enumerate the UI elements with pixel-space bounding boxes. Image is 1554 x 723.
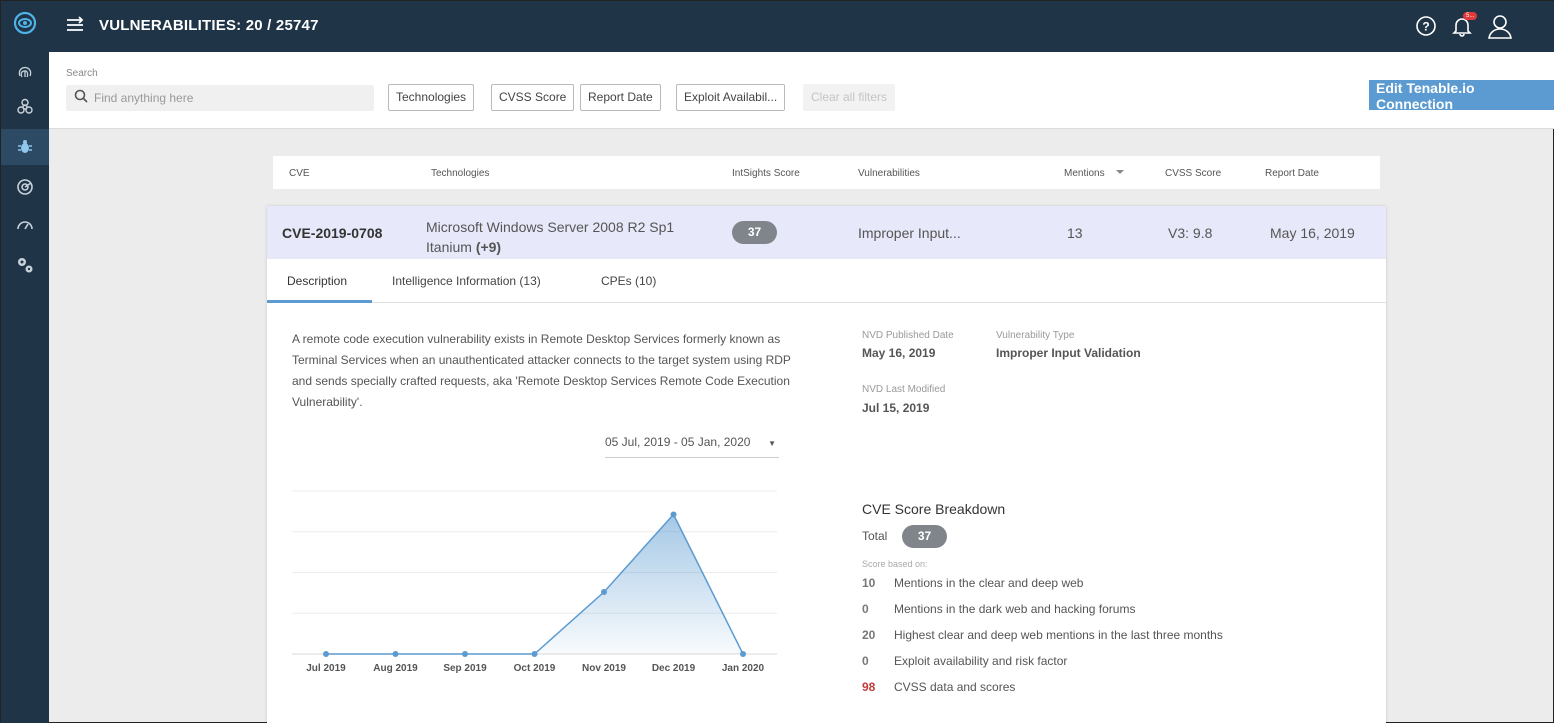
score-breakdown-subtitle: Score based on: [862, 559, 928, 569]
score-item-label: Highest clear and deep web mentions in t… [894, 628, 1223, 642]
technologies-cell: Microsoft Windows Server 2008 R2 Sp1 Ita… [426, 217, 686, 257]
nvd-published-label: NVD Published Date [862, 330, 954, 341]
vulnerability-detail-card: CVE-2019-0708 Microsoft Windows Server 2… [267, 206, 1386, 723]
chart-x-tick-label: Dec 2019 [652, 663, 696, 674]
chart-point[interactable] [323, 651, 329, 657]
bug-icon[interactable] [1, 129, 49, 165]
chart-x-tick-label: Jan 2020 [722, 663, 765, 674]
notifications-icon[interactable]: 5... [1451, 12, 1478, 42]
detail-tabs: Description Intelligence Information (13… [267, 259, 1386, 303]
date-range-select[interactable]: 05 Jul, 2019 - 05 Jan, 2020 ▼ [605, 435, 779, 458]
mentions-cell: 13 [1067, 225, 1083, 241]
score-item-value: 0 [862, 654, 869, 668]
intsights-score-badge: 37 [732, 221, 777, 244]
fingerprint-icon[interactable] [1, 53, 49, 89]
score-item-label: Mentions in the dark web and hacking for… [894, 602, 1136, 616]
technology-name: Microsoft Windows Server 2008 R2 Sp1 Ita… [426, 219, 675, 255]
logo-icon[interactable] [1, 5, 49, 41]
filter-cvss-score-button[interactable]: CVSS Score [491, 84, 575, 111]
column-header-mentions[interactable]: Mentions [1064, 168, 1105, 179]
filter-technologies-button[interactable]: Technologies [388, 84, 475, 111]
score-item-value: 10 [862, 576, 876, 590]
column-header-technologies[interactable]: Technologies [431, 168, 489, 179]
cvss-score-cell: V3: 9.8 [1168, 225, 1213, 241]
score-item: 10 Mentions in the clear and deep web [862, 576, 1083, 590]
chart-point[interactable] [392, 651, 399, 657]
search-label: Search [66, 68, 98, 79]
active-tab-indicator [267, 300, 372, 303]
table-row[interactable]: CVE-2019-0708 Microsoft Windows Server 2… [267, 206, 1386, 259]
chart-x-tick-label: Jul 2019 [306, 663, 346, 674]
chart-point[interactable] [740, 651, 746, 657]
page-title: VULNERABILITIES: 20 / 25747 [99, 17, 319, 34]
user-avatar-icon[interactable] [1487, 13, 1513, 44]
filter-exploit-availability-button[interactable]: Exploit Availabil... [676, 84, 786, 111]
column-header-vulnerabilities[interactable]: Vulnerabilities [858, 168, 920, 179]
chevron-down-icon: ▼ [768, 439, 776, 448]
menu-toggle-icon[interactable] [65, 15, 85, 40]
search-input[interactable] [94, 91, 364, 105]
biohazard-icon[interactable] [1, 89, 49, 125]
filter-report-date-button[interactable]: Report Date [580, 84, 661, 111]
mentions-chart: Jul 2019 Aug 2019 Sep 2019 Oct 2019 Nov 2019… [292, 490, 777, 674]
chart-point[interactable] [601, 589, 607, 595]
vulnerability-cell: Improper Input... [858, 225, 961, 241]
score-item-value: 0 [862, 602, 869, 616]
nvd-last-modified-date: Jul 15, 2019 [862, 401, 930, 415]
sort-desc-icon[interactable] [1116, 168, 1124, 179]
score-item-label: CVSS data and scores [894, 680, 1016, 694]
edit-tenable-connection-button[interactable]: Edit Tenable.io Connection [1369, 80, 1554, 112]
nvd-published-date: May 16, 2019 [862, 346, 936, 360]
date-range-value: 05 Jul, 2019 - 05 Jan, 2020 [605, 435, 751, 449]
chart-point[interactable] [462, 651, 468, 657]
score-item: 0 Mentions in the dark web and hacking fo… [862, 602, 1135, 616]
header-icons: ? 5... [1415, 12, 1513, 44]
radar-icon[interactable] [1, 169, 49, 205]
gauge-icon[interactable] [1, 207, 49, 243]
score-breakdown-title: CVE Score Breakdown [862, 501, 1006, 517]
vulnerability-description: A remote code execution vulnerability ex… [292, 332, 791, 409]
top-bar: VULNERABILITIES: 20 / 25747 ? 5... [49, 1, 1554, 52]
svg-text:?: ? [1422, 20, 1429, 34]
score-item-label: Exploit availability and risk factor [894, 654, 1068, 668]
score-item: 20 Highest clear and deep web mentions in… [862, 628, 1223, 642]
chart-area-fill [326, 514, 743, 654]
technology-more-count[interactable]: (+9) [476, 239, 501, 255]
sidebar [1, 1, 49, 723]
chart-point[interactable] [670, 511, 677, 518]
vulnerability-type-label: Vulnerability Type [996, 330, 1075, 341]
tab-description[interactable]: Description [287, 274, 347, 288]
filter-bar: Search Technologies CVSS Score Report Da… [49, 52, 1554, 129]
table-header: CVE Technologies IntSights Score Vulnera… [273, 156, 1380, 189]
tab-cpes[interactable]: CPEs (10) [601, 274, 656, 288]
clear-all-filters-button[interactable]: Clear all filters [803, 84, 896, 111]
score-breakdown-total-label: Total [862, 529, 888, 543]
column-header-cvss-score[interactable]: CVSS Score [1165, 168, 1221, 179]
column-header-report-date[interactable]: Report Date [1265, 168, 1319, 179]
score-item-label: Mentions in the clear and deep web [894, 576, 1084, 590]
settings-icon[interactable] [1, 247, 49, 283]
chart-x-tick-label: Oct 2019 [514, 663, 556, 674]
cve-id: CVE-2019-0708 [282, 225, 383, 241]
nvd-last-modified-label: NVD Last Modified [862, 384, 946, 395]
chart-point[interactable] [531, 651, 538, 657]
score-item: 98 CVSS data and scores [862, 680, 1015, 694]
chart-x-tick-label: Sep 2019 [443, 663, 487, 674]
score-item: 0 Exploit availability and risk factor [862, 654, 1067, 668]
search-box [66, 85, 374, 111]
column-header-intsights-score[interactable]: IntSights Score [732, 168, 800, 179]
score-breakdown-total-badge: 37 [902, 525, 947, 548]
score-item-value: 98 [862, 680, 876, 694]
column-header-cve[interactable]: CVE [289, 168, 310, 179]
search-icon [74, 89, 88, 108]
tab-intelligence-information[interactable]: Intelligence Information (13) [392, 274, 541, 288]
report-date-cell: May 16, 2019 [1270, 225, 1355, 241]
help-icon[interactable]: ? [1415, 15, 1437, 42]
chart-x-tick-label: Aug 2019 [373, 663, 418, 674]
vulnerability-type: Improper Input Validation [996, 346, 1141, 360]
chart-x-tick-label: Nov 2019 [582, 663, 626, 674]
score-item-value: 20 [862, 628, 876, 642]
notification-badge: 5... [1463, 12, 1478, 20]
